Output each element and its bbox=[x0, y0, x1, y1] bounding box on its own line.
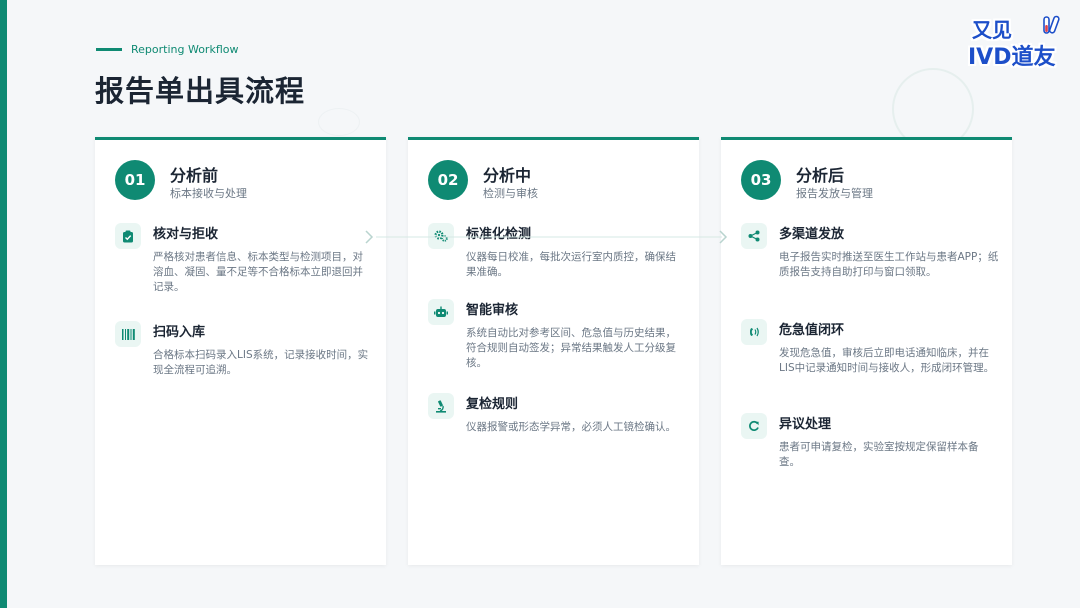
share-icon bbox=[741, 223, 767, 249]
step-title: 扫码入库 bbox=[153, 325, 206, 340]
lab-tube-icon bbox=[1043, 15, 1060, 34]
step-title: 智能审核 bbox=[466, 303, 519, 318]
stage-number-badge: 03 bbox=[741, 160, 781, 200]
page-title: 报告单出具流程 bbox=[95, 74, 306, 108]
step-title: 多渠道发放 bbox=[779, 227, 845, 242]
step-description: 患者可申请复检，实验室按规定保留样本备查。 bbox=[779, 441, 979, 468]
subtitle-line bbox=[96, 48, 122, 51]
barcode-icon bbox=[115, 321, 141, 347]
step-title: 异议处理 bbox=[779, 417, 832, 432]
step-title: 核对与拒收 bbox=[153, 227, 219, 242]
step-description: 合格标本扫码录入LIS系统，记录接收时间，实现全流程可追溯。 bbox=[153, 349, 369, 376]
stage-card-post-analysis: 03 分析后 报告发放与管理 多渠道发放 电子报告实时推送至医生工作站与患者AP… bbox=[721, 137, 1012, 565]
logo-line2: IVD道友 bbox=[968, 45, 1056, 70]
subtitle-text: Reporting Workflow bbox=[131, 43, 239, 56]
step-description: 严格核对患者信息、标本类型与检测项目，对溶血、凝固、量不足等不合格标本立即退回并… bbox=[153, 251, 363, 293]
step-title: 复检规则 bbox=[466, 397, 519, 412]
step-title: 危急值闭环 bbox=[779, 323, 845, 338]
section-subtitle: Reporting Workflow bbox=[96, 43, 238, 56]
step-description: 系统自动比对参考区间、危急值与历史结果，符合规则自动签发；异常结果触发人工分级复… bbox=[466, 327, 676, 369]
phone-volume-icon bbox=[741, 319, 767, 345]
left-accent-bar bbox=[0, 0, 7, 608]
brand-logo: 又见 IVD道友 bbox=[968, 14, 1064, 70]
redo-icon bbox=[741, 413, 767, 439]
connector-arrow-icon bbox=[719, 230, 728, 244]
stage-subtitle: 标本接收与处理 bbox=[170, 187, 247, 200]
stage-title: 分析中 bbox=[483, 166, 532, 185]
robot-icon bbox=[428, 299, 454, 325]
stage-card-analysis: 02 分析中 检测与审核 标准化检测 仪器每日校准，每批次运行室内质控，确保结果… bbox=[408, 137, 699, 565]
stage-title: 分析前 bbox=[170, 166, 219, 185]
step-description: 发现危急值，审核后立即电话通知临床，并在LIS中记录通知时间与接收人，形成闭环管… bbox=[779, 347, 995, 374]
step-description: 仪器每日校准，每批次运行室内质控，确保结果准确。 bbox=[466, 251, 676, 278]
clipboard-check-icon bbox=[115, 223, 141, 249]
decorative-oval bbox=[318, 108, 360, 136]
stage-title: 分析后 bbox=[796, 166, 845, 185]
connector-line bbox=[376, 236, 722, 238]
stage-card-pre-analysis: 01 分析前 标本接收与处理 核对与拒收 严格核对患者信息、标本类型与检测项目，… bbox=[95, 137, 386, 565]
step-title: 标准化检测 bbox=[466, 227, 532, 242]
stage-number-badge: 01 bbox=[115, 160, 155, 200]
stage-subtitle: 检测与审核 bbox=[483, 187, 538, 200]
step-description: 电子报告实时推送至医生工作站与患者APP；纸质报告支持自助打印与窗口领取。 bbox=[779, 251, 999, 278]
stage-subtitle: 报告发放与管理 bbox=[796, 187, 873, 200]
step-description: 仪器报警或形态学异常，必须人工镜检确认。 bbox=[466, 421, 676, 433]
microscope-icon bbox=[428, 393, 454, 419]
connector-arrow-icon bbox=[365, 230, 374, 244]
stage-number-badge: 02 bbox=[428, 160, 468, 200]
